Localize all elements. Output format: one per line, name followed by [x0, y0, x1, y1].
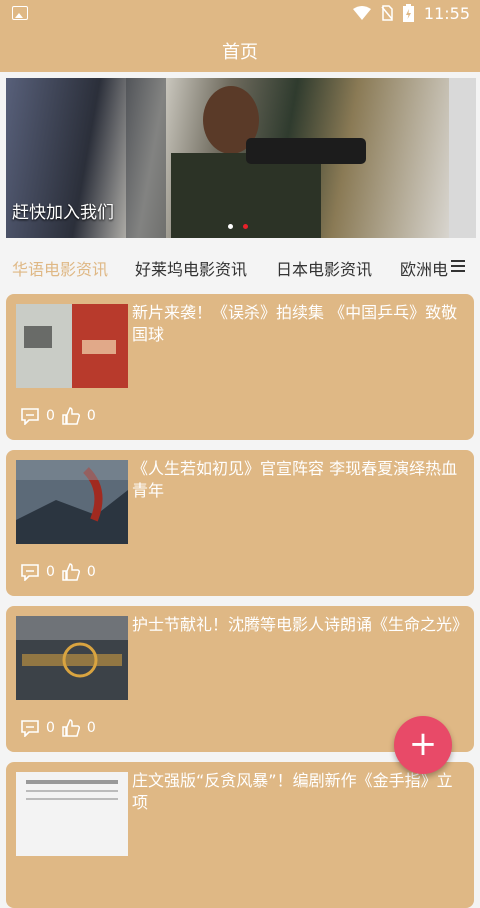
like-count: 0: [86, 564, 96, 580]
app-bar: 首页: [0, 26, 480, 72]
banner-caption: 赶快加入我们: [12, 203, 114, 223]
carousel-dot-active[interactable]: [243, 224, 248, 229]
image-notification-icon: [12, 6, 28, 20]
article-card[interactable]: 新片来袭！《误杀》拍续集 《中国乒乓》致敬国球 0 0: [6, 294, 474, 440]
banner-image[interactable]: 赶快加入我们: [6, 78, 449, 238]
comment-count: 0: [46, 564, 55, 580]
thumbs-up-icon[interactable]: [61, 718, 81, 738]
article-stats: 0 0: [20, 718, 102, 738]
tab-chinese-movie-news[interactable]: 华语电影资讯: [12, 256, 108, 280]
article-card[interactable]: 《人生若如初见》官宣阵容 李现春夏演绎热血青年 0 0: [6, 450, 474, 596]
article-title: 护士节献礼！沈腾等电影人诗朗诵《生命之光》: [132, 615, 469, 634]
status-time: 11:55: [423, 3, 470, 23]
article-thumbnail: [16, 460, 128, 544]
article-title: 新片来袭！《误杀》拍续集 《中国乒乓》致敬国球: [132, 303, 458, 344]
tab-european-movie-news[interactable]: 欧洲电: [400, 256, 448, 280]
like-count: 0: [86, 720, 96, 736]
tab-japanese-movie-news[interactable]: 日本电影资讯: [276, 256, 372, 280]
carousel-dot[interactable]: [228, 224, 233, 229]
article-thumbnail: [16, 772, 128, 856]
article-thumbnail: [16, 304, 128, 388]
plus-icon: +: [408, 724, 438, 764]
comment-icon[interactable]: [20, 719, 40, 737]
article-thumbnail: [16, 616, 128, 700]
comment-count: 0: [46, 720, 55, 736]
article-stats: 0 0: [20, 562, 102, 582]
tab-hollywood-movie-news[interactable]: 好莱坞电影资讯: [135, 256, 247, 280]
article-title: 《人生若如初见》官宣阵容 李现春夏演绎热血青年: [132, 459, 458, 500]
add-button[interactable]: +: [394, 716, 452, 774]
status-bar: 11:55: [0, 0, 480, 26]
article-stats: 0 0: [20, 406, 102, 426]
category-tabs: 华语电影资讯 好莱坞电影资讯 日本电影资讯 欧洲电: [0, 244, 480, 288]
no-sim-icon: [381, 5, 393, 21]
like-count: 0: [86, 408, 96, 424]
thumbs-up-icon[interactable]: [61, 562, 81, 582]
banner-carousel[interactable]: 赶快加入我们: [6, 78, 476, 238]
article-card[interactable]: 庄文强版“反贪风暴”！编剧新作《金手指》立项: [6, 762, 474, 908]
article-title: 庄文强版“反贪风暴”！编剧新作《金手指》立项: [132, 771, 453, 812]
comment-count: 0: [46, 408, 55, 424]
comment-icon[interactable]: [20, 407, 40, 425]
comment-icon[interactable]: [20, 563, 40, 581]
status-icons: 11:55: [352, 3, 470, 23]
carousel-indicator: [228, 224, 248, 229]
battery-charging-icon: [402, 4, 414, 22]
banner-next-peek[interactable]: [449, 78, 476, 238]
page-title: 首页: [222, 42, 258, 63]
menu-icon[interactable]: [448, 257, 468, 275]
wifi-icon: [352, 6, 371, 20]
thumbs-up-icon[interactable]: [61, 406, 81, 426]
